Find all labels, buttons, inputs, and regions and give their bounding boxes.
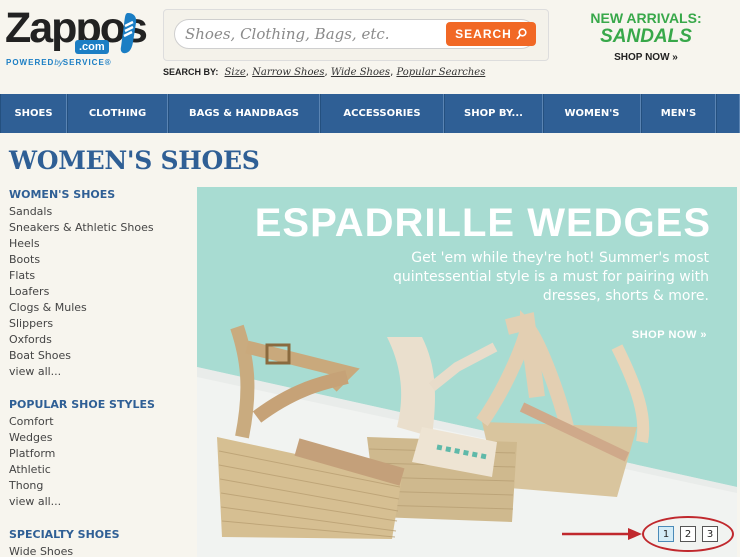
sidebar-group-popular-styles: POPULAR SHOE STYLES Comfort Wedges Platf…	[9, 398, 189, 510]
sidebar-item-sneakers[interactable]: Sneakers & Athletic Shoes	[9, 220, 189, 236]
sidebar-item-platform[interactable]: Platform	[9, 446, 189, 462]
nav-item-womens[interactable]: WOMEN'S	[543, 94, 641, 133]
sidebar-heading[interactable]: SPECIALTY SHOES	[9, 528, 189, 542]
logo-dotcom: .com	[75, 40, 109, 54]
search-by-label: SEARCH BY:	[163, 67, 219, 77]
search-by-popular-link[interactable]: Popular Searches	[396, 67, 485, 78]
new-arrivals-promo[interactable]: NEW ARRIVALS: SANDALS SHOP NOW »	[566, 10, 726, 63]
zappos-logo[interactable]: Zappos .com POWEREDbySERVICE®	[5, 6, 148, 68]
sidebar-heading[interactable]: POPULAR SHOE STYLES	[9, 398, 189, 412]
promo-shop-now-link[interactable]: SHOP NOW »	[566, 52, 726, 63]
banner-description: Get 'em while they're hot! Summer's most…	[392, 250, 709, 304]
nav-item-shop-by[interactable]: SHOP BY...	[444, 94, 543, 133]
carousel-page-2-button[interactable]: 2	[680, 526, 696, 542]
main-nav: SHOES CLOTHING BAGS & HANDBAGS ACCESSORI…	[0, 94, 740, 133]
sidebar-item-view-all[interactable]: view all...	[9, 364, 189, 380]
sidebar-item-thong[interactable]: Thong	[9, 478, 189, 494]
sidebar-item-loafers[interactable]: Loafers	[9, 284, 189, 300]
sidebar-item-sandals[interactable]: Sandals	[9, 204, 189, 220]
sidebar-group-womens-shoes: WOMEN'S SHOES Sandals Sneakers & Athleti…	[9, 188, 189, 380]
nav-item-shoes[interactable]: SHOES	[0, 94, 67, 133]
page-title: WOMEN'S SHOES	[9, 146, 260, 175]
sidebar-item-wide-shoes[interactable]: Wide Shoes	[9, 544, 189, 557]
search-by-size-link[interactable]: Size	[225, 67, 246, 78]
logo-tagline: POWEREDbySERVICE®	[6, 58, 112, 67]
search-by-links: SEARCH BY: Size, Narrow Shoes, Wide Shoe…	[163, 67, 486, 78]
sidebar-heading[interactable]: WOMEN'S SHOES	[9, 188, 189, 202]
annotation-arrow-icon	[562, 528, 642, 540]
search-icon	[516, 28, 527, 40]
carousel-page-3-button[interactable]: 3	[702, 526, 718, 542]
espadrille-wedges-banner[interactable]: ESPADRILLE WEDGES Get 'em while they're …	[197, 187, 737, 557]
category-sidebar: WOMEN'S SHOES Sandals Sneakers & Athleti…	[9, 188, 189, 557]
promo-heading: NEW ARRIVALS:	[590, 10, 702, 26]
search-by-wide-link[interactable]: Wide Shoes	[331, 67, 390, 78]
sidebar-item-comfort[interactable]: Comfort	[9, 414, 189, 430]
nav-item-mens[interactable]: MEN'S	[641, 94, 716, 133]
sidebar-item-view-all[interactable]: view all...	[9, 494, 189, 510]
shoe-logo-icon	[120, 13, 137, 54]
sidebar-item-boat-shoes[interactable]: Boat Shoes	[9, 348, 189, 364]
nav-item-clothing[interactable]: CLOTHING	[67, 94, 168, 133]
nav-item-accessories[interactable]: ACCESSORIES	[320, 94, 444, 133]
sidebar-item-boots[interactable]: Boots	[9, 252, 189, 268]
nav-item-bags-handbags[interactable]: BAGS & HANDBAGS	[168, 94, 320, 133]
carousel-pager: 1 2 3	[642, 516, 734, 552]
sidebar-item-oxfords[interactable]: Oxfords	[9, 332, 189, 348]
nav-item-overflow	[716, 94, 740, 133]
sidebar-item-athletic[interactable]: Athletic	[9, 462, 189, 478]
search-box: SEARCH	[163, 9, 549, 61]
carousel-page-1-button[interactable]: 1	[658, 526, 674, 542]
banner-title: ESPADRILLE WEDGES	[254, 201, 711, 245]
sidebar-item-clogs-mules[interactable]: Clogs & Mules	[9, 300, 189, 316]
sidebar-group-specialty: SPECIALTY SHOES Wide Shoes	[9, 528, 189, 557]
banner-shop-now-link[interactable]: SHOP NOW »	[632, 329, 707, 341]
sidebar-item-wedges[interactable]: Wedges	[9, 430, 189, 446]
sidebar-item-flats[interactable]: Flats	[9, 268, 189, 284]
promo-subheading: SANDALS	[600, 26, 692, 47]
search-by-narrow-link[interactable]: Narrow Shoes	[252, 67, 324, 78]
search-button[interactable]: SEARCH	[446, 22, 536, 46]
sidebar-item-slippers[interactable]: Slippers	[9, 316, 189, 332]
search-button-label: SEARCH	[455, 27, 512, 41]
sidebar-item-heels[interactable]: Heels	[9, 236, 189, 252]
